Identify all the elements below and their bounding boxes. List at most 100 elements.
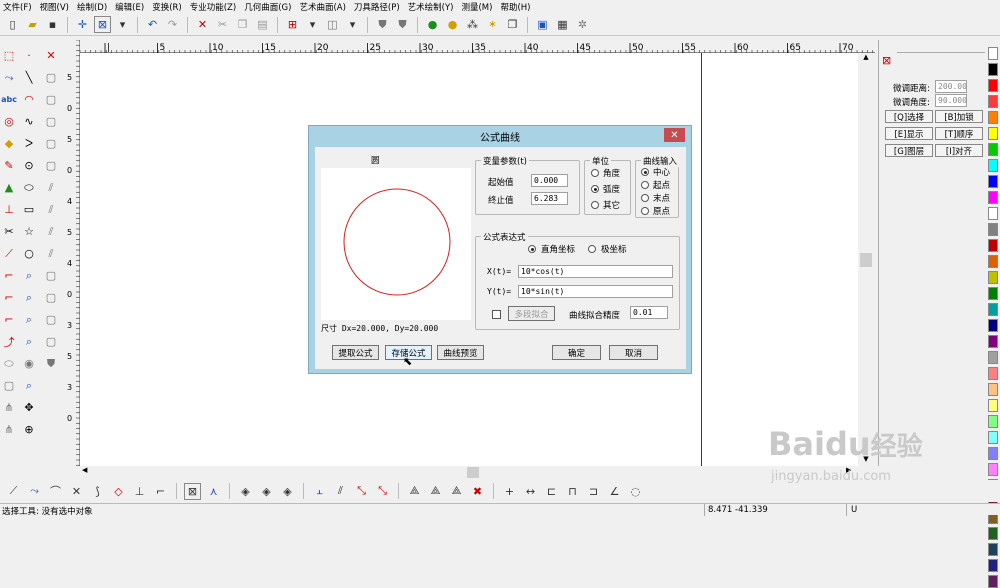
color-swatch[interactable] bbox=[988, 79, 998, 92]
paste-icon[interactable]: ▤ bbox=[254, 16, 271, 33]
square-icon[interactable]: ▢ bbox=[42, 288, 60, 307]
vertical-scrollbar[interactable]: ▲ ▼ bbox=[858, 53, 874, 466]
cube-icon[interactable]: ▣ bbox=[534, 16, 551, 33]
star-icon[interactable]: ✶ bbox=[484, 16, 501, 33]
save-icon[interactable]: ▪ bbox=[44, 16, 61, 33]
plus-icon[interactable]: + bbox=[501, 483, 518, 500]
end-value-field[interactable]: 6.283 bbox=[531, 192, 568, 205]
polar-radio[interactable] bbox=[588, 245, 596, 253]
zoom-icon[interactable]: ⌕ bbox=[20, 332, 38, 351]
color-swatch[interactable] bbox=[988, 447, 998, 460]
gear-icon[interactable]: ✲ bbox=[574, 16, 591, 33]
close-icon[interactable]: ✕ bbox=[664, 128, 685, 142]
cancel-button[interactable]: 取消 bbox=[609, 345, 658, 360]
color-swatch[interactable] bbox=[988, 143, 998, 156]
color-swatch[interactable] bbox=[988, 415, 998, 428]
menu-view[interactable]: 视图(V) bbox=[40, 1, 69, 13]
layer-button[interactable]: [G]图层 bbox=[885, 144, 933, 157]
multi-fit-checkbox[interactable] bbox=[492, 310, 501, 319]
cross-icon[interactable]: ✕ bbox=[68, 483, 85, 500]
ruler-icon[interactable]: ⊥ bbox=[0, 200, 18, 219]
menu-measure[interactable]: 测量(M) bbox=[461, 1, 492, 13]
select-icon[interactable]: ⬚ bbox=[0, 46, 18, 65]
color-swatch[interactable] bbox=[988, 575, 998, 588]
color-swatch[interactable] bbox=[988, 47, 998, 60]
ellipse-icon[interactable]: ⬭ bbox=[0, 354, 18, 373]
color-swatch[interactable] bbox=[988, 463, 998, 476]
menu-art-draw[interactable]: 艺术绘制(Y) bbox=[408, 1, 454, 13]
align-bottom-icon[interactable]: ⫠ bbox=[311, 483, 328, 500]
node-icon[interactable]: ⤳ bbox=[26, 483, 43, 500]
fine-angle-field[interactable]: 90.000 bbox=[935, 94, 967, 107]
select-button[interactable]: [Q]选择 bbox=[885, 110, 933, 123]
select-cross-icon[interactable]: ⤡ bbox=[374, 483, 391, 500]
menu-file[interactable]: 文件(F) bbox=[3, 1, 32, 13]
color-swatch[interactable] bbox=[988, 175, 998, 188]
color-swatch[interactable] bbox=[988, 63, 998, 76]
tangent-icon[interactable]: ⌐ bbox=[152, 483, 169, 500]
ellipse-icon[interactable]: ⬭ bbox=[20, 178, 38, 197]
lock-icon[interactable]: ⊠ bbox=[882, 54, 896, 68]
pattern-icon[interactable]: ⫽ bbox=[42, 222, 60, 241]
polyline-icon[interactable]: ᐳ bbox=[20, 134, 38, 153]
zoom-icon[interactable]: ⌕ bbox=[20, 288, 38, 307]
arc-icon[interactable]: ◠ bbox=[20, 90, 38, 109]
weld-icon[interactable]: ◈ bbox=[258, 483, 275, 500]
trim-icon[interactable]: ⟋ bbox=[0, 244, 18, 263]
y-formula-field[interactable]: 10*sin(t) bbox=[518, 285, 673, 298]
color-swatch[interactable] bbox=[988, 239, 998, 252]
rectangle-icon[interactable]: ▭ bbox=[20, 200, 38, 219]
menu-pro[interactable]: 专业功能(Z) bbox=[190, 1, 236, 13]
star-icon[interactable]: ☆ bbox=[20, 222, 38, 241]
dimension-icon[interactable]: ⊓ bbox=[564, 483, 581, 500]
shield-icon[interactable]: ⛊ bbox=[394, 16, 411, 33]
layer-icon[interactable]: ◫ bbox=[324, 16, 341, 33]
menu-art-surface[interactable]: 艺术曲面(A) bbox=[299, 1, 345, 13]
color-swatch[interactable] bbox=[988, 271, 998, 284]
input-center-radio[interactable] bbox=[641, 168, 649, 176]
angle-icon[interactable]: ∠ bbox=[606, 483, 623, 500]
unit-other-radio[interactable] bbox=[591, 201, 599, 209]
pattern-icon[interactable]: ⫽ bbox=[42, 200, 60, 219]
point-icon[interactable]: · bbox=[20, 46, 38, 65]
pen-icon[interactable]: ✎ bbox=[0, 156, 18, 175]
input-origin-radio[interactable] bbox=[641, 207, 649, 215]
radius-icon[interactable]: ◌ bbox=[627, 483, 644, 500]
menu-edit[interactable]: 编辑(E) bbox=[115, 1, 144, 13]
text-icon[interactable]: abc bbox=[0, 90, 18, 109]
bulb-icon[interactable]: ● bbox=[444, 16, 461, 33]
spline-icon[interactable]: ∿ bbox=[20, 112, 38, 131]
new-file-icon[interactable]: ▯ bbox=[4, 16, 21, 33]
crosshair-icon[interactable]: ✛ bbox=[74, 16, 91, 33]
square-icon[interactable]: ▢ bbox=[42, 134, 60, 153]
square-icon[interactable]: ▢ bbox=[42, 332, 60, 351]
scroll-thumb[interactable] bbox=[467, 467, 479, 478]
grid-icon[interactable]: ⊞ bbox=[284, 16, 301, 33]
curve-icon[interactable]: ⤴ bbox=[0, 332, 18, 351]
copy-icon[interactable]: ❐ bbox=[234, 16, 251, 33]
weld-icon[interactable]: ◈ bbox=[279, 483, 296, 500]
color-swatch[interactable] bbox=[988, 383, 998, 396]
precision-field[interactable]: 0.01 bbox=[630, 306, 668, 319]
measure-icon[interactable]: ⟁ bbox=[406, 483, 423, 500]
color-swatch[interactable] bbox=[988, 319, 998, 332]
color-swatch[interactable] bbox=[988, 367, 998, 380]
input-start-radio[interactable] bbox=[641, 181, 649, 189]
order-button[interactable]: [T]顺序 bbox=[935, 127, 983, 140]
node-edit-icon[interactable]: ⤳ bbox=[0, 68, 18, 87]
scroll-thumb[interactable] bbox=[860, 253, 872, 267]
undo-icon[interactable]: ↶ bbox=[144, 16, 161, 33]
fine-distance-field[interactable]: 200.00 bbox=[935, 80, 967, 93]
diamond-icon[interactable]: ◇ bbox=[110, 483, 127, 500]
snap-box-icon[interactable]: ⊠ bbox=[94, 16, 111, 33]
ok-button[interactable]: 确定 bbox=[552, 345, 601, 360]
color-swatch[interactable] bbox=[988, 287, 998, 300]
zoom-icon[interactable]: ⌕ bbox=[20, 310, 38, 329]
pan-icon[interactable]: ✥ bbox=[20, 398, 38, 417]
bulb-on-icon[interactable]: ● bbox=[424, 16, 441, 33]
unit-degree-radio[interactable] bbox=[591, 169, 599, 177]
shield-icon[interactable]: ⛊ bbox=[374, 16, 391, 33]
square-icon[interactable]: ▢ bbox=[42, 266, 60, 285]
color-swatch[interactable] bbox=[988, 255, 998, 268]
point-circle-icon[interactable]: ⊙ bbox=[20, 156, 38, 175]
